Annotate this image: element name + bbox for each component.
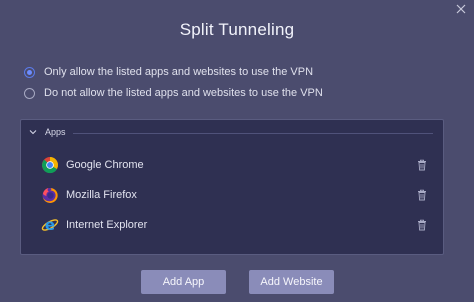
section-divider [73,133,433,134]
internet-explorer-icon: e [41,216,59,234]
app-list-item[interactable]: e Internet Explorer [41,213,437,237]
add-app-button[interactable]: Add App [141,270,226,294]
radio-button-selected[interactable] [24,66,35,78]
radio-do-not-allow-label: Do not allow the listed apps and website… [44,87,323,99]
firefox-icon [41,186,59,204]
app-name: Google Chrome [66,159,144,171]
app-name: Mozilla Firefox [66,189,137,201]
trash-icon [418,189,426,201]
delete-internet-explorer-button[interactable] [417,219,427,231]
dialog-title: Split Tunneling [179,20,295,39]
add-website-button[interactable]: Add Website [249,270,334,294]
app-list-item[interactable]: Google Chrome [41,153,437,177]
chrome-icon [41,156,59,174]
svg-text:e: e [45,216,55,234]
radio-only-allow[interactable]: Only allow the listed apps and websites … [24,64,313,80]
apps-panel: Apps Google Chrome Mozilla Firefox e Int… [20,119,444,255]
close-button[interactable] [454,2,468,16]
apps-section-label: Apps [45,127,66,137]
trash-icon [418,219,426,231]
app-list-item[interactable]: Mozilla Firefox [41,183,437,207]
radio-only-allow-label: Only allow the listed apps and websites … [44,66,314,78]
dialog-titlebar: Split Tunneling [0,0,474,62]
radio-button-unselected[interactable] [24,87,35,99]
apps-section-toggle[interactable]: Apps [29,127,66,137]
delete-chrome-button[interactable] [417,159,427,171]
trash-icon [418,159,426,171]
close-icon [456,4,466,14]
radio-do-not-allow[interactable]: Do not allow the listed apps and website… [24,85,323,101]
chevron-down-icon [29,128,37,136]
delete-firefox-button[interactable] [417,189,427,201]
app-name: Internet Explorer [66,219,148,231]
